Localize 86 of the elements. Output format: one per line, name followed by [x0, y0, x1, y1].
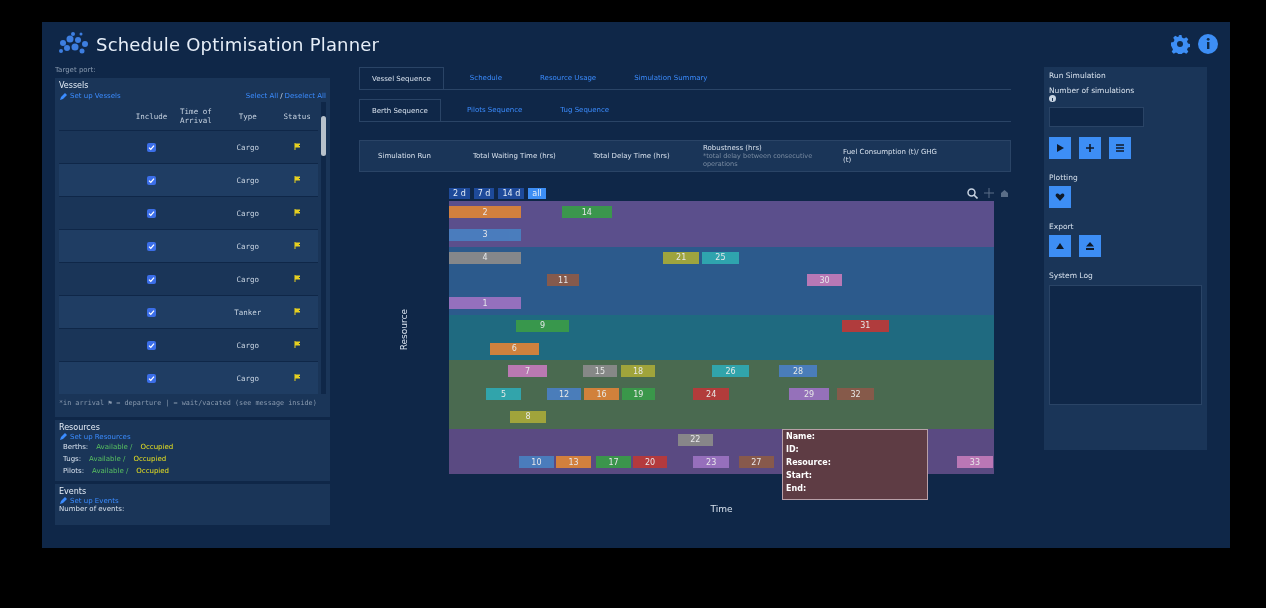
tooltip-label: Start: — [786, 471, 813, 482]
triangle-icon — [1055, 241, 1065, 251]
eject-button[interactable] — [1079, 235, 1101, 257]
tooltip-label: Resource: — [786, 458, 832, 469]
vessel-bar[interactable]: 10 — [518, 456, 555, 469]
vessel-bar[interactable]: 29 — [789, 388, 829, 400]
vessel-bar[interactable]: 15 — [583, 365, 617, 378]
vessel-bar[interactable]: 31 — [841, 319, 889, 332]
tooltip-label: End: — [786, 484, 808, 495]
flag-icon — [293, 241, 301, 249]
include-checkbox[interactable] — [147, 307, 156, 317]
vessel-bar[interactable]: 7 — [507, 365, 548, 378]
section-title: Resources — [59, 423, 101, 432]
info-icon[interactable] — [1049, 95, 1056, 102]
play-icon — [1055, 143, 1065, 153]
vessel-bar[interactable]: 21 — [663, 251, 700, 264]
flag-icon — [293, 208, 301, 216]
include-checkbox[interactable] — [147, 175, 156, 185]
vessel-bar[interactable]: 17 — [596, 456, 631, 469]
include-checkbox[interactable] — [147, 208, 156, 218]
vessel-bar[interactable]: 24 — [693, 388, 730, 400]
include-checkbox[interactable] — [147, 142, 156, 152]
vessel-bar[interactable]: 32 — [837, 388, 875, 400]
plus-button[interactable] — [1079, 137, 1101, 159]
vessel-bar[interactable]: 27 — [738, 456, 774, 469]
vessel-bar[interactable]: 9 — [516, 319, 569, 332]
pencil-icon — [59, 91, 68, 101]
include-checkbox[interactable] — [147, 241, 156, 251]
input-field[interactable] — [1049, 107, 1144, 127]
vessel-bar[interactable]: 5 — [486, 388, 521, 400]
flag-icon — [293, 373, 301, 381]
settings-icon[interactable] — [1170, 34, 1190, 54]
info-icon[interactable] — [1198, 34, 1218, 54]
vessel-bar[interactable]: 12 — [547, 388, 581, 400]
flag-icon — [293, 274, 301, 282]
vessel-bar[interactable]: 25 — [701, 251, 739, 264]
vessel-bar[interactable]: 8 — [510, 410, 546, 423]
list-icon — [1115, 143, 1125, 153]
plus-icon — [1085, 143, 1095, 153]
pencil-icon — [59, 432, 68, 441]
flag-icon — [293, 175, 301, 183]
zoom-icon[interactable] — [967, 187, 978, 199]
play-button[interactable] — [1049, 137, 1071, 159]
vessel-bar[interactable]: 6 — [489, 342, 539, 355]
vessel-bar[interactable]: 23 — [693, 456, 730, 469]
vessel-bar[interactable]: 4 — [449, 251, 521, 264]
flag-icon — [293, 307, 301, 315]
section-title: Vessels — [59, 81, 90, 90]
section-title: Events — [59, 487, 88, 496]
vessel-bar[interactable]: 22 — [677, 433, 713, 446]
vessel-bar[interactable]: 3 — [449, 228, 521, 241]
vessel-bar[interactable]: 28 — [779, 365, 817, 378]
axis-label: Resource — [399, 309, 409, 351]
home-icon[interactable] — [1000, 188, 1009, 198]
tooltip-label: Name: — [786, 432, 817, 443]
range-button[interactable]: all — [528, 187, 546, 199]
eject-icon — [1085, 241, 1095, 251]
vessel-bar[interactable]: 14 — [561, 206, 612, 218]
vessel-bar[interactable]: 1 — [449, 297, 521, 309]
range-button[interactable]: 7 d — [473, 187, 495, 199]
list-button[interactable] — [1109, 137, 1131, 159]
heart-button[interactable] — [1049, 186, 1071, 208]
vessel-bar[interactable]: 2 — [449, 206, 521, 218]
flag-icon — [293, 340, 301, 348]
include-checkbox[interactable] — [147, 274, 156, 284]
vessel-bar[interactable]: 26 — [712, 365, 749, 378]
range-button[interactable]: 14 d — [498, 187, 525, 199]
range-button[interactable]: 2 d — [449, 187, 470, 199]
triangle-button[interactable] — [1049, 235, 1071, 257]
flag-icon — [293, 142, 301, 150]
include-checkbox[interactable] — [147, 373, 156, 383]
axis-label: Time — [710, 504, 733, 514]
vessel-bar[interactable]: 18 — [621, 365, 655, 378]
heart-icon — [1055, 192, 1065, 202]
vessel-bar[interactable]: 11 — [547, 274, 580, 287]
vessel-bar[interactable]: 13 — [555, 456, 592, 469]
vessel-bar[interactable]: 20 — [633, 456, 667, 469]
scrollbar[interactable] — [321, 102, 326, 394]
pencil-icon — [59, 496, 68, 505]
app-title: Schedule Optimisation Planner — [96, 33, 380, 55]
tooltip-label: ID: — [786, 445, 800, 456]
vessel-bar[interactable]: 33 — [956, 456, 993, 469]
include-checkbox[interactable] — [147, 340, 156, 350]
vessel-bar[interactable]: 16 — [584, 388, 620, 400]
vessel-bar[interactable]: 30 — [807, 274, 842, 287]
vessel-bar[interactable]: 19 — [621, 388, 655, 400]
